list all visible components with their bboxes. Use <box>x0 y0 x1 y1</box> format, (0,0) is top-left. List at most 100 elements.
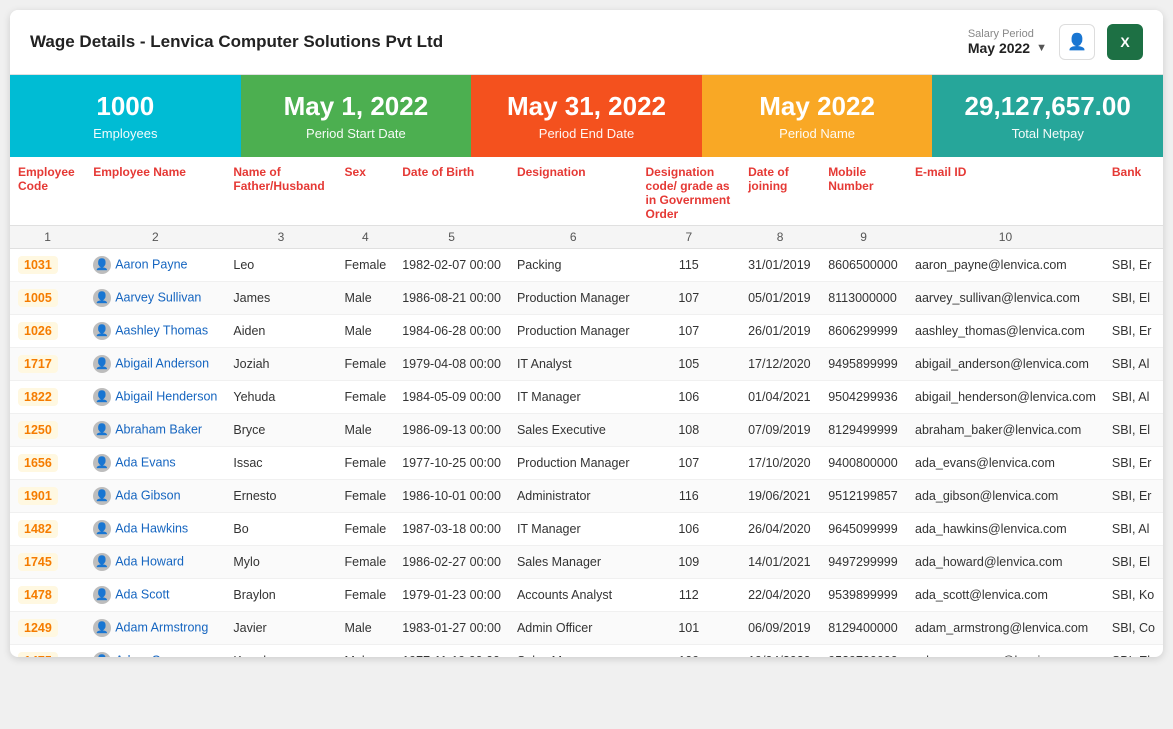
designation-cell: IT Manager <box>509 381 638 414</box>
father-name-cell: James <box>225 282 336 315</box>
mobile-cell: 9539700000 <box>820 645 907 658</box>
designation-cell: Sales Executive <box>509 414 638 447</box>
header: Wage Details - Lenvica Computer Solution… <box>10 10 1163 75</box>
col-num-mobile: 9 <box>820 226 907 249</box>
table-row[interactable]: 1901👤Ada GibsonErnestoFemale1986-10-01 0… <box>10 480 1163 513</box>
emp-code-cell: 1005 <box>10 282 85 315</box>
salary-period-label: Salary Period <box>968 28 1034 40</box>
dob-cell: 1979-04-08 00:00 <box>394 348 509 381</box>
table-row[interactable]: 1249👤Adam ArmstrongJavierMale1983-01-27 … <box>10 612 1163 645</box>
excel-export-button[interactable]: X <box>1107 24 1143 60</box>
col-header-emp_code: Employee Code <box>10 157 85 226</box>
col-header-mobile: Mobile Number <box>820 157 907 226</box>
father-name-cell: Javier <box>225 612 336 645</box>
emp-code-cell: 1901 <box>10 480 85 513</box>
table-row[interactable]: 1005👤Aarvey SullivanJamesMale1986-08-21 … <box>10 282 1163 315</box>
emp-name-cell: 👤Abraham Baker <box>85 414 225 447</box>
sex-cell: Female <box>337 447 395 480</box>
table-row[interactable]: 1478👤Ada ScottBraylonFemale1979-01-23 00… <box>10 579 1163 612</box>
father-name-cell: Ernesto <box>225 480 336 513</box>
desig-code-cell: 116 <box>638 480 741 513</box>
table-container[interactable]: Employee CodeEmployee NameName of Father… <box>10 157 1163 657</box>
stat-value-period_end: May 31, 2022 <box>507 91 666 122</box>
designation-cell: Production Manager <box>509 282 638 315</box>
father-name-cell: Kamden <box>225 645 336 658</box>
mobile-cell: 8606299999 <box>820 315 907 348</box>
table-row[interactable]: 1250👤Abraham BakerBryceMale1986-09-13 00… <box>10 414 1163 447</box>
table-row[interactable]: 1717👤Abigail AndersonJoziahFemale1979-04… <box>10 348 1163 381</box>
email-cell: ada_hawkins@lenvica.com <box>907 513 1104 546</box>
desig-code-cell: 109 <box>638 645 741 658</box>
designation-cell: Administrator <box>509 480 638 513</box>
col-header-dob: Date of Birth <box>394 157 509 226</box>
table-row[interactable]: 1822👤Abigail HendersonYehudaFemale1984-0… <box>10 381 1163 414</box>
salary-period-select[interactable]: May 2022 ▼ <box>968 40 1047 56</box>
emp-name-cell: 👤Aashley Thomas <box>85 315 225 348</box>
bank-cell: SBI, El <box>1104 546 1163 579</box>
excel-icon: X <box>1120 34 1129 50</box>
stat-card-total_netpay: 29,127,657.00 Total Netpay <box>932 75 1163 157</box>
table-row[interactable]: 1482👤Ada HawkinsBoFemale1987-03-18 00:00… <box>10 513 1163 546</box>
emp-name-cell: 👤Abigail Henderson <box>85 381 225 414</box>
email-cell: abraham_baker@lenvica.com <box>907 414 1104 447</box>
emp-code-cell: 1031 <box>10 249 85 282</box>
doj-cell: 17/10/2020 <box>740 447 820 480</box>
col-num-sex: 4 <box>337 226 395 249</box>
sex-cell: Female <box>337 480 395 513</box>
sex-cell: Female <box>337 381 395 414</box>
sex-cell: Male <box>337 282 395 315</box>
emp-code-cell: 1482 <box>10 513 85 546</box>
dob-cell: 1983-01-27 00:00 <box>394 612 509 645</box>
col-num-desig_code: 7 <box>638 226 741 249</box>
employee-report-button[interactable]: 👤 <box>1059 24 1095 60</box>
dob-cell: 1984-05-09 00:00 <box>394 381 509 414</box>
email-cell: ada_howard@lenvica.com <box>907 546 1104 579</box>
emp-name-cell: 👤Ada Scott <box>85 579 225 612</box>
col-num-father_name: 3 <box>225 226 336 249</box>
col-header-email: E-mail ID <box>907 157 1104 226</box>
doj-cell: 06/09/2019 <box>740 612 820 645</box>
father-name-cell: Leo <box>225 249 336 282</box>
table-row[interactable]: 1031👤Aaron PayneLeoFemale1982-02-07 00:0… <box>10 249 1163 282</box>
dob-cell: 1986-02-27 00:00 <box>394 546 509 579</box>
emp-code-cell: 1475 <box>10 645 85 658</box>
table-row[interactable]: 1026👤Aashley ThomasAidenMale1984-06-28 0… <box>10 315 1163 348</box>
col-header-doj: Date of joining <box>740 157 820 226</box>
col-num-doj: 8 <box>740 226 820 249</box>
stat-value-total_netpay: 29,127,657.00 <box>965 91 1131 122</box>
col-num-email: 10 <box>907 226 1104 249</box>
avatar: 👤 <box>93 454 111 472</box>
desig-code-cell: 112 <box>638 579 741 612</box>
stat-card-employees: 1000 Employees <box>10 75 241 157</box>
mobile-cell: 9539899999 <box>820 579 907 612</box>
stat-value-period_name: May 2022 <box>759 91 875 122</box>
bank-cell: SBI, Ko <box>1104 579 1163 612</box>
father-name-cell: Braylon <box>225 579 336 612</box>
emp-name-cell: 👤Adam Cameron <box>85 645 225 658</box>
table-row[interactable]: 1475👤Adam CameronKamdenMale1977-11-19 00… <box>10 645 1163 658</box>
stats-row: 1000 Employees May 1, 2022 Period Start … <box>10 75 1163 157</box>
emp-code-cell: 1026 <box>10 315 85 348</box>
sex-cell: Male <box>337 612 395 645</box>
bank-cell: SBI, Er <box>1104 315 1163 348</box>
table-row[interactable]: 1656👤Ada EvansIssacFemale1977-10-25 00:0… <box>10 447 1163 480</box>
sex-cell: Female <box>337 249 395 282</box>
desig-code-cell: 106 <box>638 381 741 414</box>
dob-cell: 1986-09-13 00:00 <box>394 414 509 447</box>
sex-cell: Female <box>337 348 395 381</box>
father-name-cell: Mylo <box>225 546 336 579</box>
dob-cell: 1977-11-19 00:00 <box>394 645 509 658</box>
avatar: 👤 <box>93 256 111 274</box>
avatar: 👤 <box>93 487 111 505</box>
bank-cell: SBI, El <box>1104 282 1163 315</box>
col-header-sex: Sex <box>337 157 395 226</box>
emp-code-cell: 1249 <box>10 612 85 645</box>
sex-cell: Male <box>337 645 395 658</box>
mobile-cell: 8606500000 <box>820 249 907 282</box>
desig-code-cell: 106 <box>638 513 741 546</box>
table-row[interactable]: 1745👤Ada HowardMyloFemale1986-02-27 00:0… <box>10 546 1163 579</box>
doj-cell: 31/01/2019 <box>740 249 820 282</box>
app-container: Wage Details - Lenvica Computer Solution… <box>10 10 1163 657</box>
father-name-cell: Bo <box>225 513 336 546</box>
email-cell: abigail_anderson@lenvica.com <box>907 348 1104 381</box>
